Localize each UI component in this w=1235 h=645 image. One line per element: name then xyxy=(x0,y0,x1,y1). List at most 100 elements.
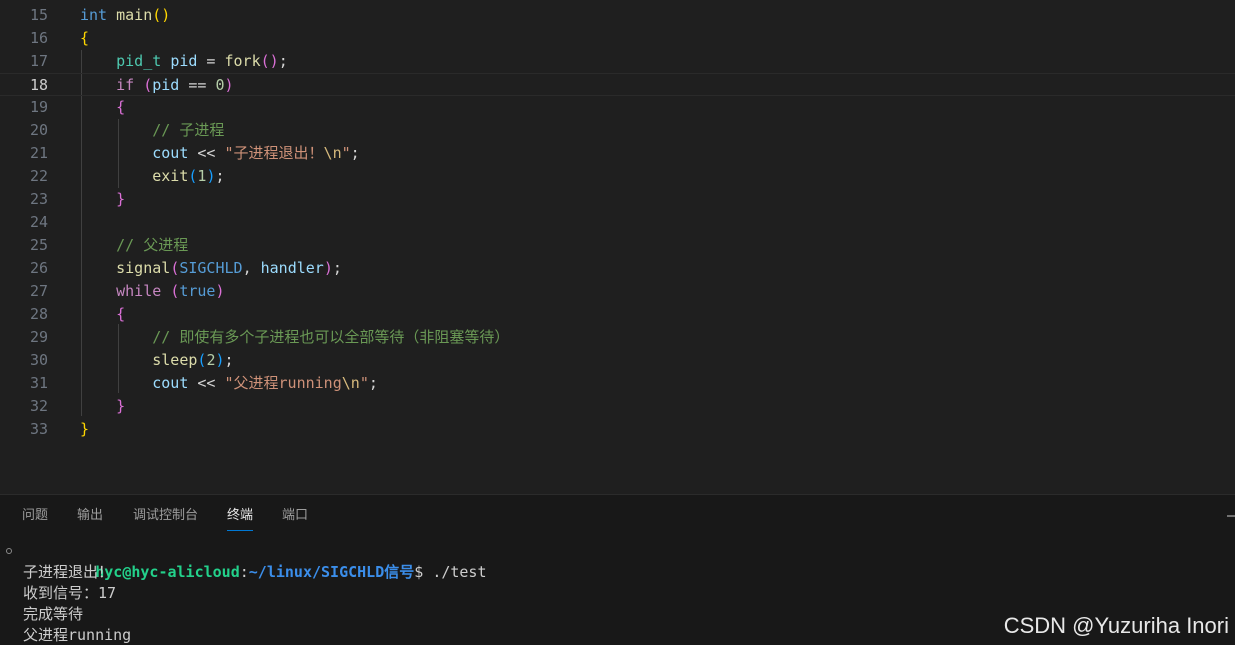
code-token: cout xyxy=(152,144,189,162)
code-token: exit xyxy=(152,167,189,185)
line-number: 24 xyxy=(29,213,48,231)
code-text: signal(SIGCHLD, handler); xyxy=(80,260,342,277)
line-number: 21 xyxy=(29,144,48,162)
code-token: << xyxy=(188,374,225,392)
line-number: 27 xyxy=(29,282,48,300)
code-line[interactable]: 22 exit(1); xyxy=(0,165,1235,188)
code-line[interactable]: 16 { xyxy=(0,27,1235,50)
code-token: " xyxy=(359,374,369,392)
code-token: ) xyxy=(224,76,234,94)
code-token: ( xyxy=(170,282,180,300)
terminal-prompt-line: hyc@hyc-alicloud:~/linux/SIGCHLD信号$ ./te… xyxy=(6,541,487,581)
code-token: int xyxy=(80,6,108,24)
line-number: 16 xyxy=(29,29,48,47)
code-line[interactable]: 25 // 父进程 xyxy=(0,234,1235,257)
code-token: pid xyxy=(170,52,198,70)
line-number: 19 xyxy=(29,98,48,116)
code-token: ; xyxy=(278,52,288,70)
code-line[interactable]: 20 // 子进程 xyxy=(0,119,1235,142)
terminal-command: ./test xyxy=(432,563,487,581)
code-line[interactable]: 18 if (pid == 0) xyxy=(0,73,1235,96)
code-text: } xyxy=(80,421,89,438)
code-token: while xyxy=(116,282,162,300)
code-line[interactable]: 33} xyxy=(0,418,1235,441)
code-text: { xyxy=(80,306,125,323)
code-line[interactable]: 23 } xyxy=(0,188,1235,211)
code-token: { xyxy=(116,305,126,323)
tab-terminal[interactable]: 终端 xyxy=(227,507,254,531)
maximize-panel-icon[interactable]: – xyxy=(1227,507,1235,525)
code-token: } xyxy=(116,397,126,415)
code-line[interactable]: 27 while (true) xyxy=(0,280,1235,303)
code-token: handler xyxy=(260,259,324,277)
code-token: SIGCHLD xyxy=(179,259,243,277)
command-decoration-icon[interactable] xyxy=(6,548,12,554)
tab-debug-console[interactable]: 调试控制台 xyxy=(133,507,198,525)
code-token: () xyxy=(152,6,171,24)
code-line[interactable]: 31 cout << "父进程running\n"; xyxy=(0,372,1235,395)
code-token: " xyxy=(341,144,351,162)
line-number: 30 xyxy=(29,351,48,369)
line-number: 15 xyxy=(29,6,48,24)
code-token: == xyxy=(179,76,216,94)
code-token: // 父进程 xyxy=(116,236,189,254)
line-number: 25 xyxy=(29,236,48,254)
code-token: \n xyxy=(323,144,342,162)
code-token: main xyxy=(116,6,153,24)
code-text: { xyxy=(80,99,125,116)
code-line[interactable]: 30 sleep(2); xyxy=(0,349,1235,372)
code-text: // 即使有多个子进程也可以全部等待（非阻塞等待） xyxy=(80,329,509,346)
code-token: fork xyxy=(224,52,261,70)
line-number: 31 xyxy=(29,374,48,392)
code-text: while (true) xyxy=(80,282,225,300)
tab-ports[interactable]: 端口 xyxy=(282,507,308,525)
code-line[interactable]: 29 // 即使有多个子进程也可以全部等待（非阻塞等待） xyxy=(0,326,1235,349)
code-editor[interactable]: 15 int main() 16{17 pid_t pid = fork(); 18 … xyxy=(0,0,1235,494)
code-text: // 子进程 xyxy=(80,122,224,139)
code-line[interactable]: 15 int main() xyxy=(0,4,1235,27)
line-number: 32 xyxy=(29,397,48,415)
code-token: ; xyxy=(350,144,360,162)
prompt-end: $ xyxy=(414,563,433,581)
code-line[interactable]: 19 { xyxy=(0,96,1235,119)
tab-output[interactable]: 输出 xyxy=(77,507,103,525)
code-token: sleep xyxy=(152,351,198,369)
code-token: ; xyxy=(224,351,234,369)
watermark: CSDN @Yuzuriha Inori xyxy=(1003,613,1229,638)
code-line[interactable]: 24 xyxy=(0,211,1235,234)
code-token: ) xyxy=(215,282,225,300)
code-token: } xyxy=(80,420,90,438)
code-line[interactable]: 28 { xyxy=(0,303,1235,326)
line-number: 28 xyxy=(29,305,48,323)
code-line[interactable]: 17 pid_t pid = fork(); xyxy=(0,50,1235,73)
panel-tab-bar: 问题 输出 调试控制台 终端 端口 – xyxy=(0,495,1235,535)
code-token: ( xyxy=(170,259,180,277)
code-token: // 子进程 xyxy=(152,121,225,139)
code-text: cout << "父进程running\n"; xyxy=(80,375,378,392)
code-token: pid xyxy=(152,76,180,94)
code-token: { xyxy=(116,98,126,116)
line-number: 20 xyxy=(29,121,48,139)
code-token: = xyxy=(197,52,225,70)
code-text: sleep(2); xyxy=(80,351,234,369)
vscode-window: 15 int main() 16{17 pid_t pid = fork(); 18 … xyxy=(0,0,1235,645)
code-line[interactable]: 21 cout << "子进程退出！\n"; xyxy=(0,142,1235,165)
code-token: ) xyxy=(323,259,333,277)
code-token: ( xyxy=(143,76,153,94)
code-line[interactable]: 26 signal(SIGCHLD, handler); xyxy=(0,257,1235,280)
code-line[interactable]: 32 } xyxy=(0,395,1235,418)
code-token: ; xyxy=(332,259,342,277)
tab-problems[interactable]: 问题 xyxy=(22,507,48,525)
code-token: "父进程running xyxy=(224,374,342,392)
